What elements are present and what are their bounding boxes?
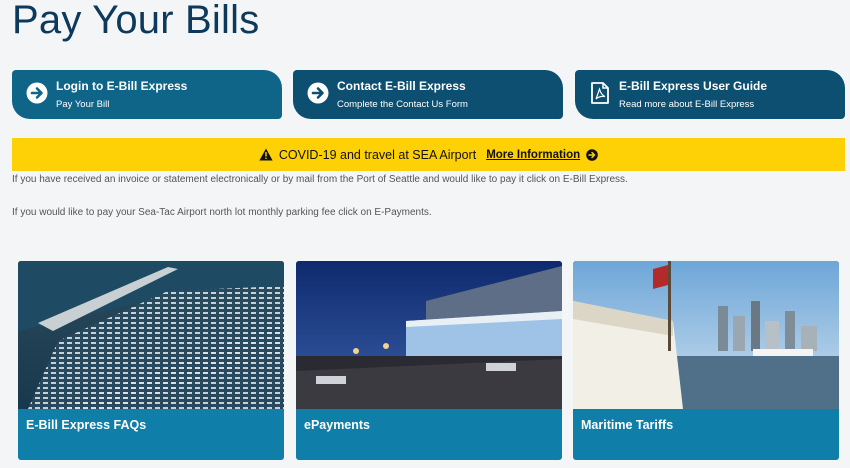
invoice-paragraph: If you have received an invoice or state… — [12, 174, 628, 185]
login-ebill-button[interactable]: Login to E-Bill Express Pay Your Bill — [12, 70, 282, 119]
action-subtitle: Complete the Contact Us Form — [337, 99, 468, 110]
contact-ebill-button[interactable]: Contact E-Bill Express Complete the Cont… — [293, 70, 563, 119]
marina-aerial-photo — [18, 261, 284, 409]
action-title: E-Bill Express User Guide — [619, 79, 768, 93]
page-title: Pay Your Bills — [12, 0, 260, 42]
ebill-faqs-card[interactable]: E-Bill Express FAQs — [18, 261, 284, 460]
user-guide-button[interactable]: E-Bill Express User Guide Read more abou… — [575, 70, 845, 119]
ship-cle-illahee-photo — [573, 261, 839, 409]
action-title: Login to E-Bill Express — [56, 79, 188, 93]
warning-icon — [259, 148, 273, 161]
parking-paragraph: If you would like to pay your Sea-Tac Ai… — [12, 207, 432, 218]
action-subtitle: Pay Your Bill — [56, 99, 110, 110]
arrow-right-circle-icon — [307, 82, 329, 104]
card-label: Maritime Tariffs — [581, 418, 674, 432]
covid-alert-banner: COVID-19 and travel at SEA Airport More … — [12, 138, 845, 171]
action-subtitle: Read more about E-Bill Express — [619, 99, 755, 110]
more-information-link[interactable]: More Information — [486, 149, 580, 161]
airport-terminal-night-photo — [296, 261, 562, 409]
maritime-tariffs-card[interactable]: Maritime Tariffs — [573, 261, 839, 460]
pdf-file-icon — [591, 82, 609, 104]
epayments-card[interactable]: ePayments — [296, 261, 562, 460]
arrow-right-circle-icon[interactable] — [586, 148, 598, 161]
banner-text: COVID-19 and travel at SEA Airport — [278, 147, 477, 162]
card-label: E-Bill Express FAQs — [26, 418, 147, 432]
arrow-right-circle-icon — [26, 82, 48, 104]
card-label: ePayments — [304, 418, 371, 432]
action-title: Contact E-Bill Express — [337, 79, 466, 93]
